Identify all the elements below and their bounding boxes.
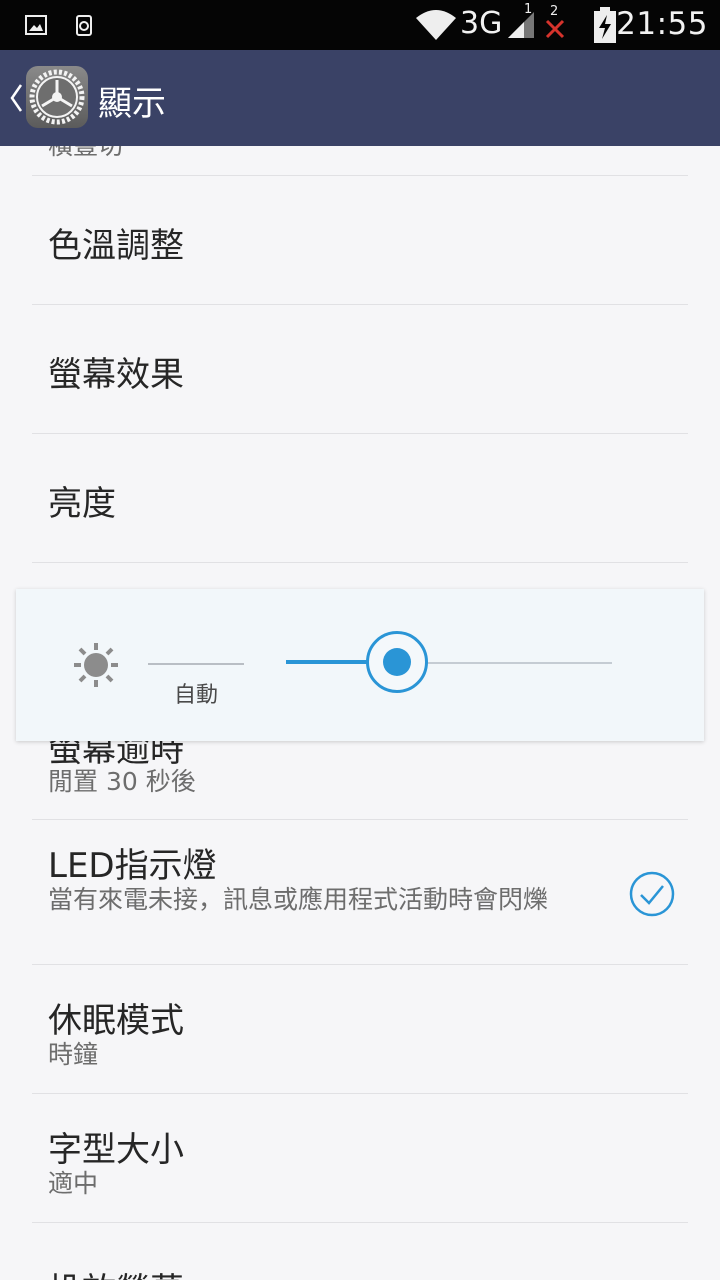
settings-item-summary: 適中: [48, 1169, 99, 1198]
battery-charging-icon: [594, 7, 616, 43]
settings-item-title: 色溫調整: [48, 226, 184, 266]
settings-item-summary: 閒置 30 秒後: [48, 767, 196, 796]
settings-item-cast-screen[interactable]: 投放螢幕: [32, 1223, 688, 1280]
settings-item-label: 橫豎切: [48, 146, 123, 162]
settings-item-font-size[interactable]: 字型大小 適中: [32, 1094, 688, 1223]
settings-item-title: 休眠模式: [48, 1001, 184, 1041]
gallery-notification-icon: [25, 15, 47, 35]
network-type-label: 3G: [460, 6, 503, 41]
settings-list[interactable]: 橫豎切 色溫調整 螢幕效果 亮度 螢幕逾時 閒置 30 秒後 LED指示燈 當有…: [0, 146, 720, 1280]
no-sim-icon: [545, 19, 565, 39]
sun-icon: [74, 643, 118, 687]
wifi-icon: [416, 10, 456, 40]
settings-item-daydream[interactable]: 休眠模式 時鐘: [32, 965, 688, 1094]
sim2-badge: 2: [550, 4, 559, 19]
page-title: 顯示: [98, 84, 166, 124]
settings-item-summary: 時鐘: [48, 1040, 99, 1069]
settings-item-screen-effect[interactable]: 螢幕效果: [32, 305, 688, 434]
settings-gear-icon[interactable]: [26, 66, 88, 128]
clock: 21:55: [616, 6, 708, 42]
auto-brightness-label[interactable]: 自動: [174, 677, 218, 709]
settings-item-brightness[interactable]: 亮度: [32, 434, 688, 563]
settings-item-title: 亮度: [48, 484, 116, 524]
settings-item-color-temperature[interactable]: 色溫調整: [32, 176, 688, 305]
settings-item-title: 字型大小: [48, 1130, 184, 1170]
signal-sim-badge: 1: [524, 2, 533, 17]
auto-brightness-toggle-line[interactable]: [148, 663, 244, 665]
settings-item-title: LED指示燈: [48, 846, 217, 886]
app-bar: 顯示: [0, 50, 720, 146]
settings-item-partial-top[interactable]: 橫豎切: [32, 146, 688, 176]
settings-item-title: 螢幕效果: [48, 355, 184, 395]
chevron-left-icon[interactable]: [8, 82, 24, 114]
check-circle-icon[interactable]: [628, 870, 676, 918]
settings-item-led-indicator[interactable]: LED指示燈 當有來電未接，訊息或應用程式活動時會閃爍: [32, 820, 688, 965]
settings-item-summary: 當有來電未接，訊息或應用程式活動時會閃爍: [48, 885, 549, 914]
status-bar: 3G 1 2 21:55: [0, 0, 720, 50]
brightness-slider-thumb[interactable]: [365, 631, 428, 693]
recycle-notification-icon: [76, 15, 92, 36]
settings-item-title: 投放螢幕: [48, 1263, 184, 1280]
slider-thumb-core: [382, 648, 411, 676]
brightness-slider-panel[interactable]: 自動: [16, 589, 704, 741]
